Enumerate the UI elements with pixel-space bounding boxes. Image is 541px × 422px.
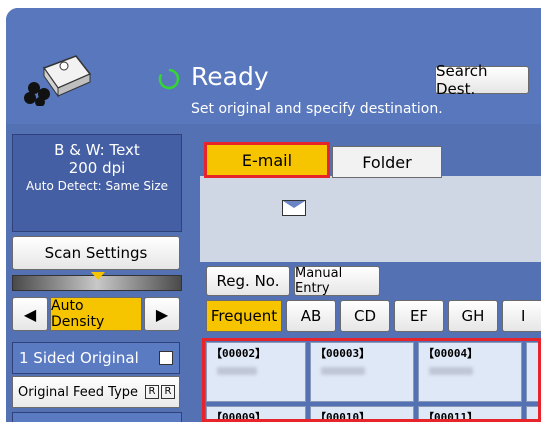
tab-gh[interactable]: GH <box>448 300 498 332</box>
density-scale <box>12 272 182 291</box>
scan-settings-button[interactable]: Scan Settings <box>12 236 180 270</box>
tab-cd[interactable]: CD <box>340 300 390 332</box>
ready-ring-icon <box>158 68 180 90</box>
left-panel-bottom <box>12 412 182 422</box>
destination-area <box>200 176 541 262</box>
status-message: Set original and specify destination. <box>191 101 443 117</box>
device-screen: Ready Set original and specify destinati… <box>6 8 541 422</box>
original-feed-type-label: Original Feed Type <box>18 385 139 400</box>
tab-ab[interactable]: AB <box>286 300 336 332</box>
scan-resolution: 200 dpi <box>68 159 126 177</box>
scan-mode: B & W: Text <box>54 141 140 159</box>
scan-info-box: B & W: Text 200 dpi Auto Detect: Same Si… <box>12 134 182 232</box>
duplex-icon <box>159 351 173 365</box>
feed-type-icon: R <box>145 385 159 399</box>
auto-detect-size: Auto Detect: Same Size <box>25 179 169 193</box>
ready-status: Ready <box>191 62 269 91</box>
envelope-icon <box>282 200 306 216</box>
tab-folder-label: Folder <box>362 152 412 172</box>
tab-frequent[interactable]: Frequent <box>206 300 282 332</box>
original-feed-type-button[interactable]: Original Feed Type R R <box>12 376 180 408</box>
feed-type-icon-2: R <box>161 385 175 399</box>
sided-original-label: 1 Sided Original <box>19 349 139 367</box>
sided-original-button[interactable]: 1 Sided Original <box>12 342 180 374</box>
destination-list-highlight <box>202 338 541 422</box>
tab-ef[interactable]: EF <box>394 300 444 332</box>
density-marker-icon <box>91 272 105 280</box>
density-lighter-button[interactable]: ◀ <box>12 297 48 331</box>
reg-no-button[interactable]: Reg. No. <box>206 266 290 296</box>
tab-email-label: E-mail <box>241 150 293 170</box>
scanner-illustration <box>24 48 94 107</box>
density-darker-button[interactable]: ▶ <box>144 297 180 331</box>
auto-density-button[interactable]: Auto Density <box>50 297 142 331</box>
tab-folder[interactable]: Folder <box>332 146 442 178</box>
search-destination-button[interactable]: Search Dest. <box>435 62 529 98</box>
manual-entry-button[interactable]: Manual Entry <box>294 266 380 296</box>
tab-i[interactable]: I <box>502 300 541 332</box>
tab-email[interactable]: E-mail <box>204 142 330 178</box>
